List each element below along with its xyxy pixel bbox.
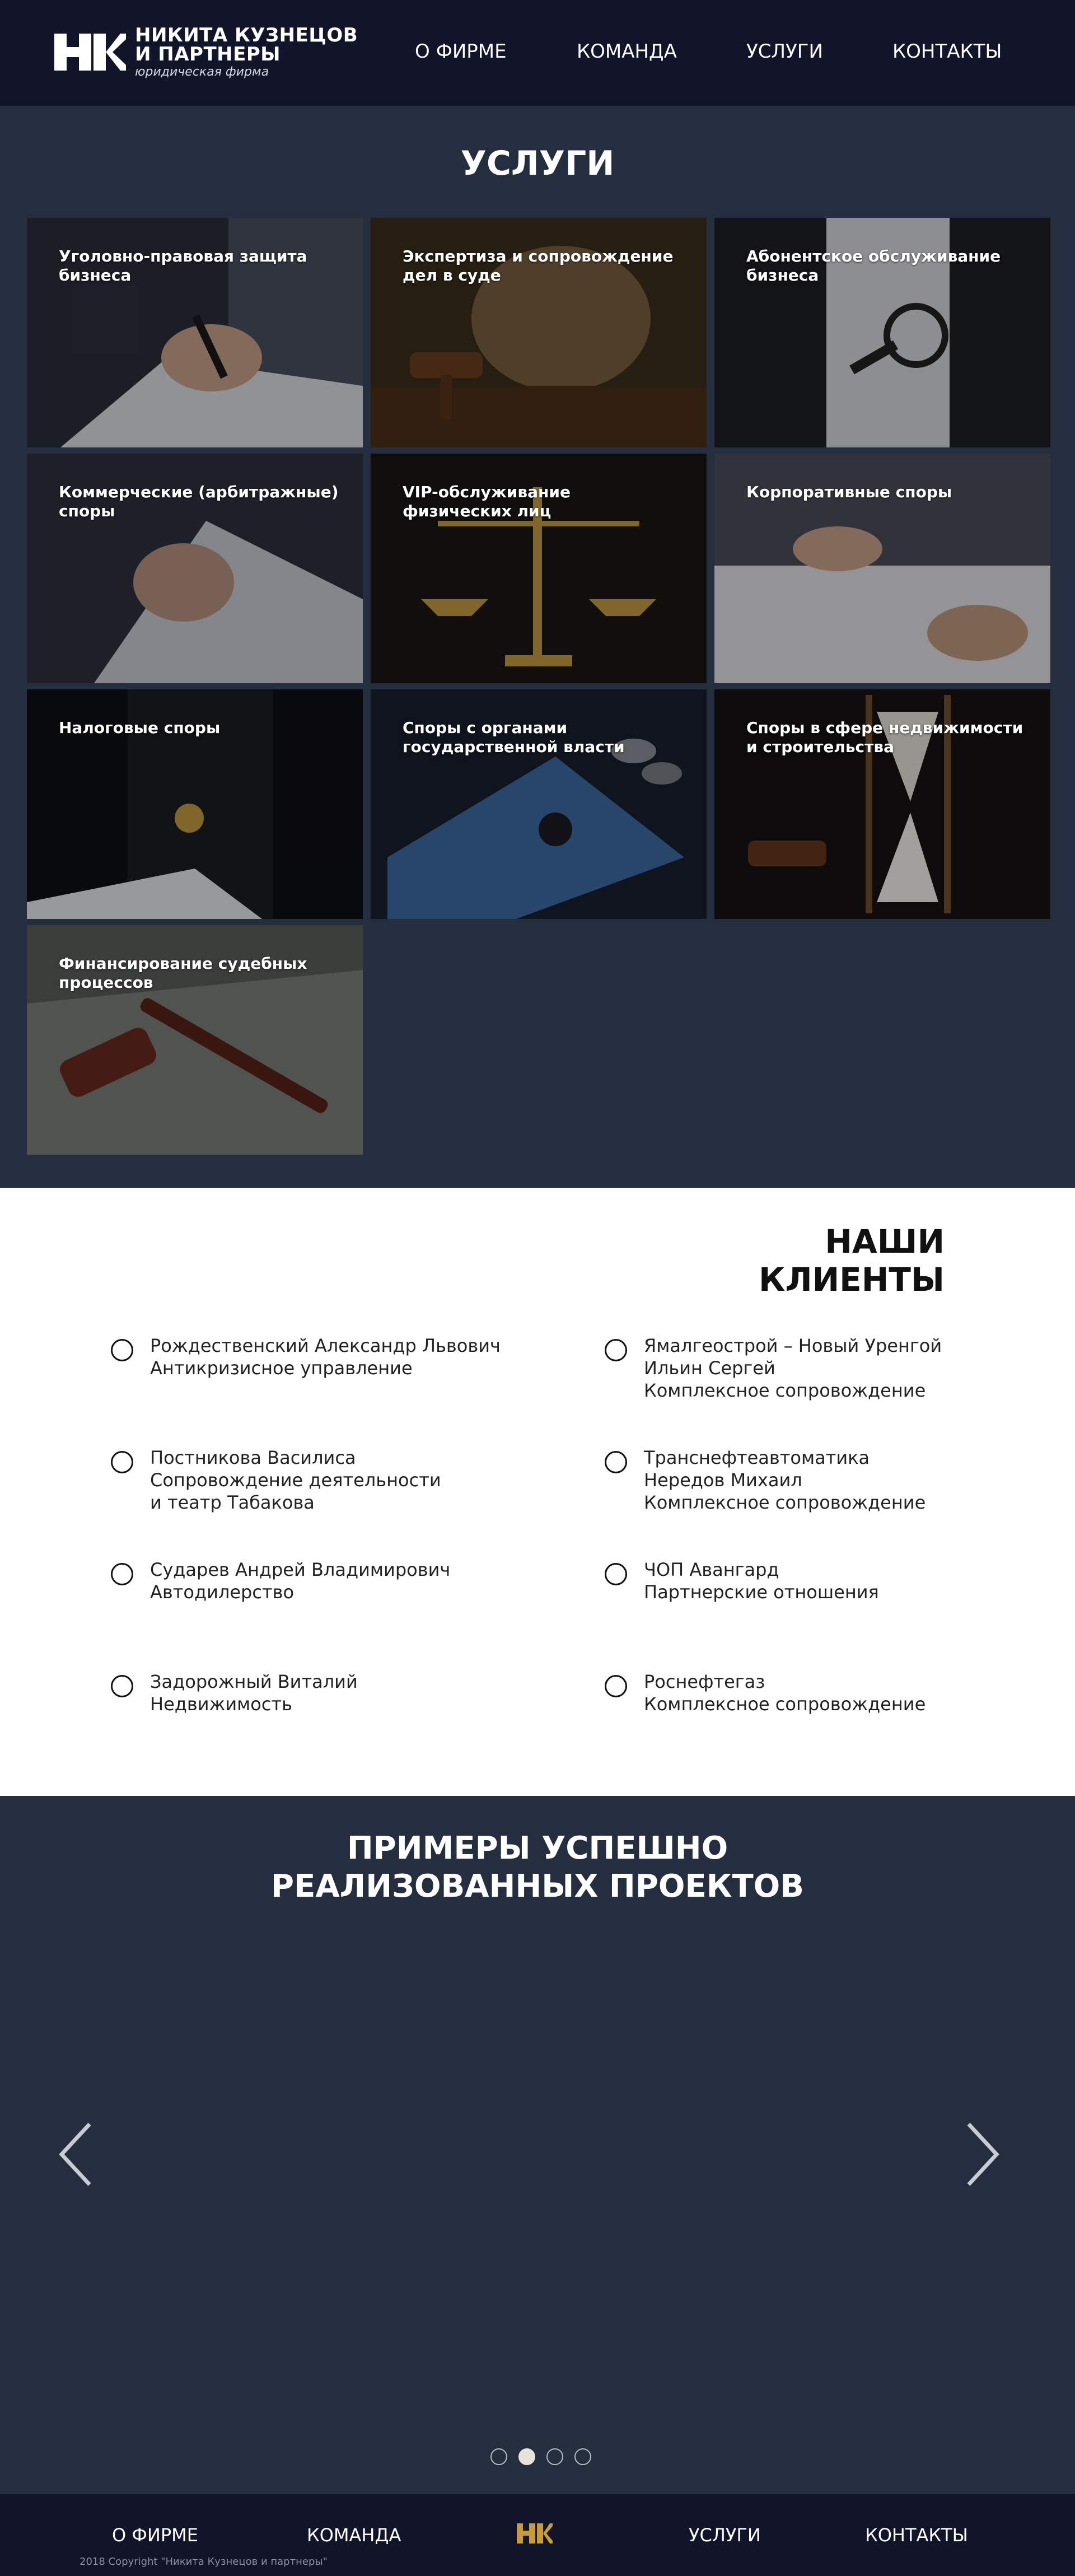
nav-contacts[interactable]: КОНТАКТЫ: [892, 40, 1002, 63]
service-card-title: VIP-обслуживание физических лиц: [403, 483, 571, 520]
service-card-title: Споры в сфере недвижимости и строительст…: [746, 718, 1023, 756]
client-name: Сударев Андрей Владимирович: [150, 1559, 451, 1580]
client-service: Автодилерство: [150, 1581, 295, 1603]
client-service: Партнерские отношения: [644, 1581, 879, 1603]
client-service: Комплексное сопровождение: [644, 1380, 926, 1401]
service-card-vip[interactable]: VIP-обслуживание физических лиц: [371, 454, 707, 683]
projects-title-line-1: ПРИМЕРЫ УСПЕШНО: [347, 1830, 728, 1866]
service-card-government[interactable]: Споры с органами государственной власти: [371, 689, 707, 919]
slider-dot[interactable]: [546, 2448, 563, 2465]
client-name: Рождественский Александр Львович: [150, 1335, 501, 1356]
client-service: Комплексное сопровождение: [644, 1693, 926, 1715]
service-card-subscription[interactable]: Абонентское обслуживание бизнеса: [714, 218, 1050, 447]
client-name: Постникова Василиса: [150, 1447, 356, 1468]
service-card-title: Споры с органами государственной власти: [403, 718, 625, 756]
logo-tagline: юридическая фирма: [135, 64, 269, 79]
logo-line-1: НИКИТА КУЗНЕЦОВ: [135, 24, 358, 46]
service-card-title: Абонентское обслуживание бизнеса: [746, 247, 1001, 284]
circle-marker-icon: [111, 1563, 133, 1585]
circle-marker-icon: [111, 1675, 133, 1697]
clients-title: НАШИ КЛИЕНТЫ: [759, 1222, 945, 1299]
circle-marker-icon: [605, 1563, 627, 1585]
footer-nav-contacts[interactable]: КОНТАКТЫ: [865, 2524, 968, 2546]
logo-mark-icon: [54, 34, 126, 71]
service-card-title: Коммерческие (арбитражные) споры: [59, 483, 339, 520]
client-name: Ямалгеострой – Новый Уренгой: [644, 1335, 942, 1356]
footer-logo-icon[interactable]: [517, 2521, 553, 2546]
client-service: и театр Табакова: [150, 1492, 315, 1513]
service-card-title: Корпоративные споры: [746, 483, 952, 501]
service-card-expertise[interactable]: Экспертиза и сопровождение дел в суде: [371, 218, 707, 447]
circle-marker-icon: [111, 1339, 133, 1361]
clients-title-line-2: КЛИЕНТЫ: [759, 1261, 945, 1299]
clients-title-line-1: НАШИ: [825, 1222, 945, 1261]
chevron-left-icon[interactable]: [56, 2121, 95, 2188]
circle-marker-icon: [111, 1451, 133, 1473]
projects-title-line-2: РЕАЛИЗОВАННЫХ ПРОЕКТОВ: [271, 1868, 804, 1905]
client-service: Недвижимость: [150, 1693, 292, 1715]
projects-title: ПРИМЕРЫ УСПЕШНО РЕАЛИЗОВАННЫХ ПРОЕКТОВ: [0, 1830, 1075, 1906]
service-card-commercial[interactable]: Коммерческие (арбитражные) споры: [27, 454, 363, 683]
footer-nav-about[interactable]: О ФИРМЕ: [112, 2524, 198, 2546]
client-service: Антикризисное управление: [150, 1357, 413, 1379]
circle-marker-icon: [605, 1339, 627, 1361]
site-header: НИКИТА КУЗНЕЦОВ И ПАРТНЕРЫ юридическая ф…: [0, 0, 1075, 106]
client-name: Транснефтеавтоматика: [644, 1447, 870, 1468]
slider-dots: [490, 2448, 591, 2465]
slider-dot[interactable]: [574, 2448, 591, 2465]
projects-section: ПРИМЕРЫ УСПЕШНО РЕАЛИЗОВАННЫХ ПРОЕКТОВ: [0, 1796, 1075, 2494]
service-card-financing[interactable]: Финансирование судебных процессов: [27, 925, 363, 1155]
chevron-right-icon[interactable]: [963, 2121, 1002, 2188]
nav-about[interactable]: О ФИРМЕ: [415, 40, 507, 63]
client-name: Роснефтегаз: [644, 1671, 765, 1692]
client-name: Задорожный Виталий: [150, 1671, 358, 1692]
service-card-corporate[interactable]: Корпоративные споры: [714, 454, 1050, 683]
service-card-criminal[interactable]: Уголовно-правовая защита бизнеса: [27, 218, 363, 447]
footer-nav-services[interactable]: УСЛУГИ: [689, 2524, 761, 2546]
client-service: Сопровождение деятельности: [150, 1469, 441, 1491]
client-name: ЧОП Авангард: [644, 1559, 779, 1580]
client-contact: Ильин Сергей: [644, 1357, 775, 1379]
services-section: УСЛУГИ Уголовно-правовая защита бизнеса …: [0, 106, 1075, 1188]
service-card-title: Финансирование судебных процессов: [59, 954, 307, 992]
site-footer: О ФИРМЕ КОМАНДА УСЛУГИ КОНТАКТЫ 2018 Cop…: [0, 2494, 1075, 2576]
copyright-text: 2018 Copyright "Никита Кузнецов и партне…: [80, 2556, 328, 2568]
service-card-title: Налоговые споры: [59, 718, 221, 737]
clients-section: НАШИ КЛИЕНТЫ Рождественский Александр Ль…: [0, 1188, 1075, 1796]
service-card-realestate[interactable]: Споры в сфере недвижимости и строительст…: [714, 689, 1050, 919]
client-contact: Нередов Михаил: [644, 1469, 802, 1491]
circle-marker-icon: [605, 1675, 627, 1697]
nav-services[interactable]: УСЛУГИ: [746, 40, 823, 63]
circle-marker-icon: [605, 1451, 627, 1473]
logo[interactable]: НИКИТА КУЗНЕЦОВ И ПАРТНЕРЫ юридическая ф…: [54, 24, 358, 79]
services-title: УСЛУГИ: [460, 144, 615, 183]
slider-dot[interactable]: [490, 2448, 507, 2465]
footer-nav-team[interactable]: КОМАНДА: [307, 2524, 401, 2546]
client-service: Комплексное сопровождение: [644, 1492, 926, 1513]
service-card-title: Экспертиза и сопровождение дел в суде: [403, 247, 674, 284]
service-card-title: Уголовно-правовая защита бизнеса: [59, 247, 307, 284]
logo-line-2: И ПАРТНЕРЫ: [135, 43, 281, 66]
nav-team[interactable]: КОМАНДА: [577, 40, 677, 63]
service-card-tax[interactable]: Налоговые споры: [27, 689, 363, 919]
slider-dot[interactable]: [518, 2448, 535, 2465]
